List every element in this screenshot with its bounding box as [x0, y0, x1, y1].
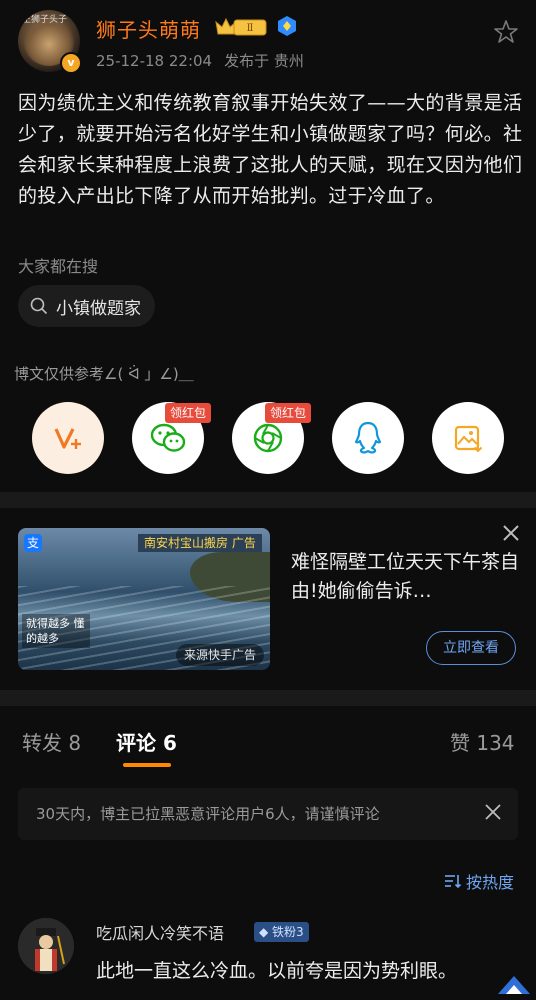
commenter-avatar[interactable]	[18, 918, 74, 974]
search-icon	[30, 297, 48, 315]
wechat-icon	[150, 423, 186, 452]
commenter-name[interactable]: 吃瓜闲人冷笑不语	[96, 920, 224, 944]
vplus-icon	[54, 428, 81, 449]
ad-image-side-text: 就得越多 懂的越多	[22, 614, 90, 648]
search-suggest-label: 大家都在搜	[18, 257, 99, 276]
sort-icon	[445, 875, 462, 889]
floating-home-icon[interactable]	[494, 964, 534, 998]
share-qq-button[interactable]	[332, 402, 404, 474]
red-packet-tag[interactable]: 领红包	[165, 403, 212, 423]
diamond-badge-icon[interactable]	[276, 15, 298, 37]
fan-level-badge: ◆ 铁粉3	[254, 922, 309, 942]
close-icon[interactable]	[484, 803, 502, 821]
post-meta: 25-12-18 22:04 发布于 贵州	[96, 50, 316, 71]
author-name[interactable]: 狮子头萌萌	[96, 14, 201, 43]
post-footnote: 博文仅供参考∠( ᐛ 」∠)＿	[14, 365, 194, 383]
tab-repost[interactable]: 转发 8	[22, 727, 81, 756]
tab-likes[interactable]: 赞 134	[450, 727, 515, 756]
level-number: Ⅱ	[247, 23, 254, 34]
ad-image-banner: 南安村宝山搬房 广告	[138, 534, 262, 552]
alipay-logo: 支	[24, 534, 42, 552]
save-image-icon	[454, 425, 483, 453]
close-icon[interactable]	[500, 522, 522, 544]
active-tab-indicator	[123, 763, 171, 767]
save-image-button[interactable]	[432, 402, 504, 474]
search-chip-label: 小镇做题家	[56, 298, 141, 319]
ad-view-button[interactable]: 立即查看	[426, 631, 516, 665]
fan-level-text: 铁粉3	[272, 925, 304, 939]
favorite-star-icon[interactable]	[492, 18, 520, 46]
crown-level-icon[interactable]: Ⅱ	[214, 16, 268, 38]
section-divider	[0, 690, 536, 706]
ad-title[interactable]: 难怪隔壁工位天天下午茶自由!她偷偷告诉…	[291, 548, 521, 606]
search-suggest-chip[interactable]: 小镇做题家	[18, 285, 155, 327]
comment-text: 此地一直这么冷血。以前夸是因为势利眼。	[96, 960, 458, 982]
avatar-figure-icon	[18, 918, 74, 974]
avatar-watermark: 王狮子头子	[22, 15, 68, 25]
tab-comments[interactable]: 评论 6	[116, 727, 177, 756]
post-content: 因为绩优主义和传统教育叙事开始失效了——大的背景是活少了，就要开始污名化好学生和…	[18, 92, 523, 207]
sort-label: 按热度	[466, 873, 515, 892]
section-divider	[0, 492, 536, 508]
moments-icon	[253, 423, 283, 453]
sort-by-hot-button[interactable]: 按热度	[444, 869, 514, 893]
post-location: 发布于 贵州	[224, 52, 304, 70]
block-notice-text: 30天内，博主已拉黑恶意评论用户6人，请谨慎评论	[36, 805, 380, 823]
verified-badge: v	[60, 52, 82, 74]
share-vplus-button[interactable]	[32, 402, 104, 474]
ad-image[interactable]: 支 南安村宝山搬房 广告 就得越多 懂的越多 来源快手广告	[18, 528, 270, 670]
ad-source-label: 来源快手广告	[175, 644, 264, 666]
red-packet-tag[interactable]: 领红包	[265, 403, 312, 423]
qq-icon	[354, 421, 382, 454]
post-date: 25-12-18 22:04	[96, 52, 213, 70]
